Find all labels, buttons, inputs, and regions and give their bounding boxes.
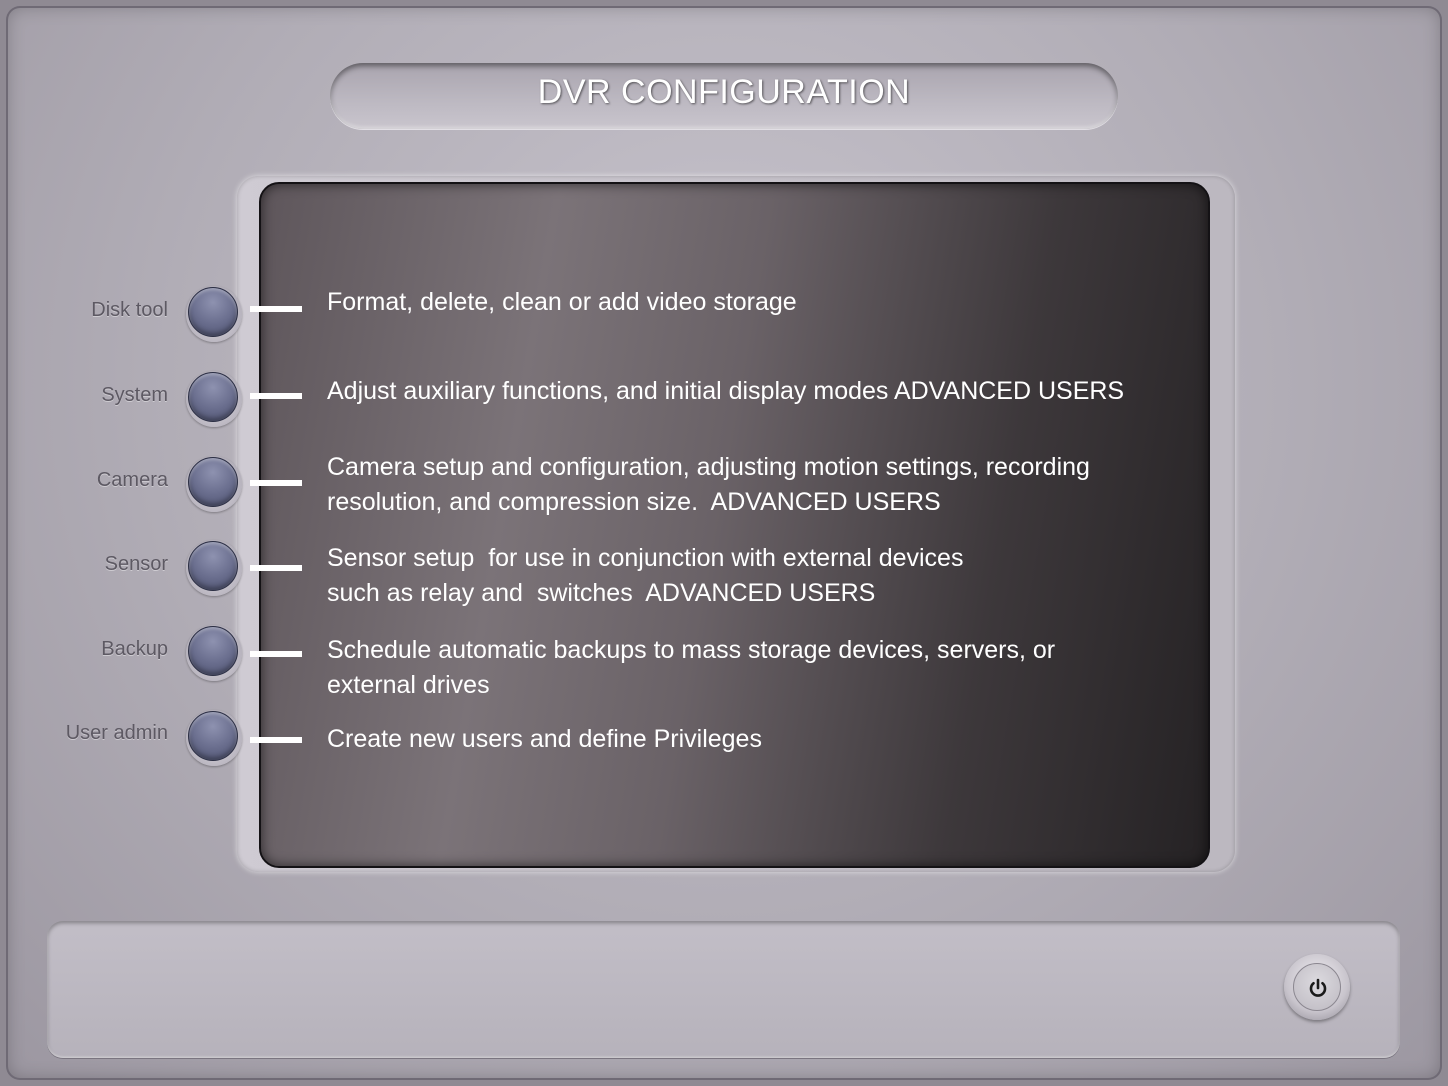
sensor-button[interactable] [186,540,242,596]
description-disk-tool: Format, delete, clean or add video stora… [327,288,797,316]
connector-line [250,480,302,486]
power-icon [1309,978,1327,997]
menu-label-camera: Camera [96,469,168,491]
bottom-panel [47,921,1400,1058]
description-system: Adjust auxiliary functions, and initial … [327,377,1125,405]
round-button-icon [188,287,238,337]
connector-line [250,565,302,571]
menu-label-sensor: Sensor [104,553,168,575]
user-admin-button[interactable] [186,710,242,766]
connector-line [250,306,302,312]
round-button-icon [188,541,238,591]
description-backup: Schedule automatic backups to mass stora… [327,636,1056,699]
connector-line [250,737,302,743]
disk-tool-button[interactable] [186,286,242,342]
menu-label-backup: Backup [101,638,168,660]
power-button[interactable] [1284,954,1350,1020]
power-button-face [1293,963,1341,1011]
system-button[interactable] [186,371,242,427]
description-sensor: Sensor setup for use in conjunction with… [327,544,964,607]
menu-label-user-admin: User admin [65,722,168,744]
camera-button[interactable] [186,456,242,512]
connector-line [250,393,302,399]
round-button-icon [188,711,238,761]
menu-label-system: System [101,384,168,406]
description-camera: Camera setup and configuration, adjustin… [327,453,1090,516]
round-button-icon [188,626,238,676]
backup-button[interactable] [186,625,242,681]
round-button-icon [188,457,238,507]
description-user-admin: Create new users and define Privileges [327,725,762,753]
menu-label-disk-tool: Disk tool [91,299,168,321]
page-title: DVR CONFIGURATION [537,72,911,111]
round-button-icon [188,372,238,422]
connector-line [250,651,302,657]
title-plate: DVR CONFIGURATION [330,63,1118,129]
